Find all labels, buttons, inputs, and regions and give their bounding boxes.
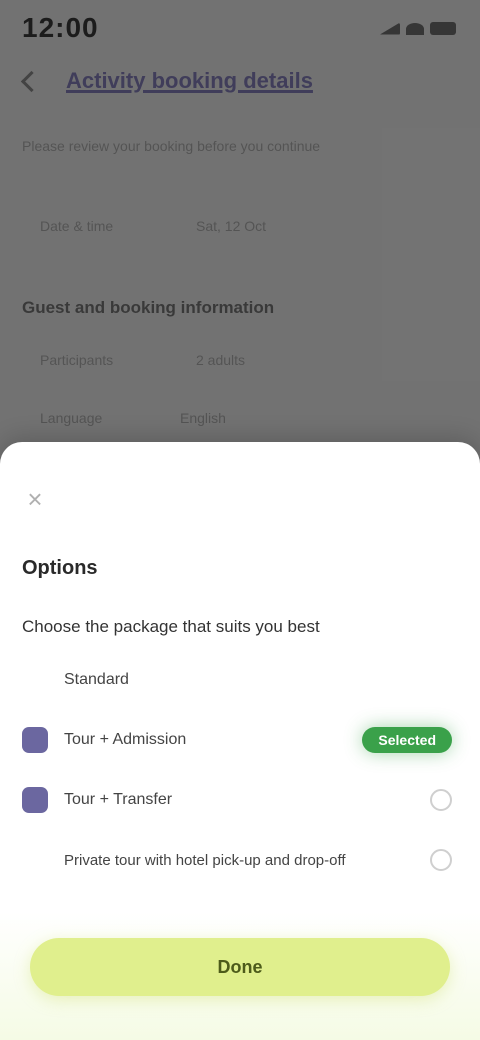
sheet-title: Options [22, 557, 98, 579]
selected-badge: Selected [362, 727, 452, 753]
ticket-icon [22, 727, 48, 753]
option-icon-placeholder [22, 667, 48, 693]
option-label: Tour + Admission [64, 731, 187, 748]
radio-unchecked[interactable] [430, 849, 452, 871]
close-icon[interactable]: × [22, 486, 48, 512]
option-item-standard[interactable]: Standard [22, 660, 458, 700]
option-item-private-tour[interactable]: Private tour with hotel pick-up and drop… [22, 840, 458, 880]
option-label: Tour + Transfer [64, 791, 173, 808]
sheet-subtitle: Choose the package that suits you best [22, 617, 320, 636]
bottom-sheet: × Options Choose the package that suits … [0, 442, 480, 1040]
bus-icon [22, 787, 48, 813]
option-label: Private tour with hotel pick-up and drop… [64, 851, 346, 869]
option-icon-placeholder [22, 847, 48, 873]
option-label: Standard [64, 671, 129, 688]
option-item-tour-admission[interactable]: Tour + Admission Selected [22, 720, 458, 760]
done-button[interactable]: Done [30, 938, 450, 996]
option-item-tour-transfer[interactable]: Tour + Transfer [22, 780, 458, 820]
radio-unchecked[interactable] [430, 789, 452, 811]
sheet-footer: Done [0, 912, 480, 1040]
